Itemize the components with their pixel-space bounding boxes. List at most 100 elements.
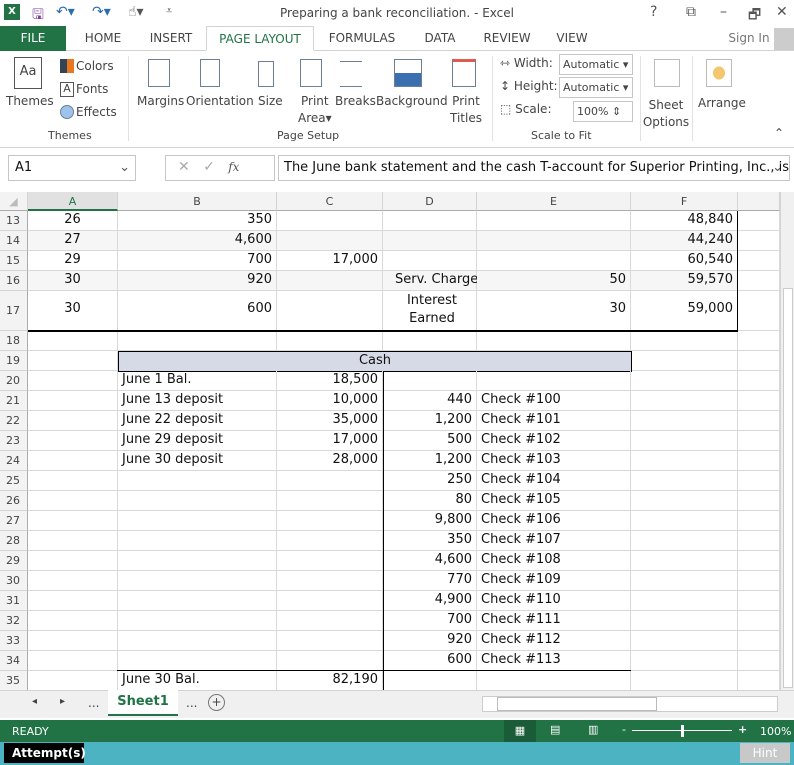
expand-formula-icon[interactable]: ⌄ [772,160,783,175]
cell-b24[interactable]: June 30 deposit [118,451,277,471]
cell-g30[interactable] [738,571,780,591]
scroll-left-icon[interactable]: ◂ [32,696,37,707]
row-header-28[interactable]: 28 [0,531,28,551]
size-button[interactable]: Size [258,93,283,110]
sign-in-link[interactable]: Sign In [726,26,772,51]
row-header-30[interactable]: 30 [0,571,28,591]
cell-e35[interactable] [477,671,631,690]
cell-b26[interactable] [118,491,277,511]
print-titles-button[interactable]: Print Titles [450,93,482,127]
cell-a28[interactable] [28,531,118,551]
cell-b27[interactable] [118,511,277,531]
row-header-34[interactable]: 34 [0,651,28,671]
cell-g15[interactable] [738,251,780,271]
cell-g33[interactable] [738,631,780,651]
cell-g16[interactable] [738,271,780,291]
cell-a15[interactable]: 29 [28,251,118,271]
cell-f13[interactable]: 48,840 [631,211,738,231]
cell-c33[interactable] [277,631,383,651]
tab-view[interactable]: VIEW [546,26,598,51]
zoom-level[interactable]: 100% [760,725,791,738]
cell-c30[interactable] [277,571,383,591]
cell-f16[interactable]: 59,570 [631,271,738,291]
cell-a33[interactable] [28,631,118,651]
row-header-27[interactable]: 27 [0,511,28,531]
cell-b33[interactable] [118,631,277,651]
cell-a20[interactable] [28,371,118,391]
enter-icon[interactable]: ✓ [203,159,215,175]
tab-review[interactable]: REVIEW [476,26,538,51]
cell-d14[interactable] [383,231,477,251]
column-header-e[interactable]: E [477,192,631,211]
cell-g23[interactable] [738,431,780,451]
cell-a13[interactable]: 26 [28,211,118,231]
cell-b30[interactable] [118,571,277,591]
row-header-32[interactable]: 32 [0,611,28,631]
cell-g28[interactable] [738,531,780,551]
sheet-tab-sheet1[interactable]: Sheet1 [108,690,178,716]
cell-c14[interactable] [277,231,383,251]
cell-a18[interactable] [28,331,118,351]
cell-c16[interactable] [277,271,383,291]
column-header-g[interactable] [738,192,780,211]
row-header-23[interactable]: 23 [0,431,28,451]
cell-a22[interactable] [28,411,118,431]
cell-e30[interactable]: Check #109 [477,571,631,591]
cell-f18[interactable] [631,331,738,351]
cell-d16[interactable]: Serv. Charge [383,271,478,291]
cell-f29[interactable] [631,551,738,571]
collapse-ribbon-icon[interactable]: ⌃ [774,125,784,142]
cell-f26[interactable] [631,491,738,511]
column-header-f[interactable]: F [631,192,738,211]
cell-b16[interactable]: 920 [118,271,277,291]
cell-a24[interactable] [28,451,118,471]
row-header-24[interactable]: 24 [0,451,28,471]
row-header-21[interactable]: 21 [0,391,28,411]
cell-a30[interactable] [28,571,118,591]
cell-a27[interactable] [28,511,118,531]
select-all-button[interactable]: ◢ [0,192,28,211]
cell-g17[interactable] [738,291,780,331]
cell-e15[interactable] [477,251,631,271]
cell-e33[interactable]: Check #112 [477,631,631,651]
cell-d29[interactable]: 4,600 [383,551,477,571]
cell-b20[interactable]: June 1 Bal. [118,371,277,391]
cell-f14[interactable]: 44,240 [631,231,738,251]
cell-f17[interactable]: 59,000 [631,291,738,331]
cell-d28[interactable]: 350 [383,531,477,551]
restore-icon[interactable]: 🗗 [748,4,761,28]
cell-f34[interactable] [631,651,738,671]
cell-a29[interactable] [28,551,118,571]
cell-c18[interactable] [277,331,383,351]
row-header-29[interactable]: 29 [0,551,28,571]
cell-g29[interactable] [738,551,780,571]
cell-a26[interactable] [28,491,118,511]
row-header-25[interactable]: 25 [0,471,28,491]
cell-d24[interactable]: 1,200 [383,451,477,471]
cell-f15[interactable]: 60,540 [631,251,738,271]
page-layout-view-icon[interactable]: ▤ [550,723,560,736]
row-header-33[interactable]: 33 [0,631,28,651]
cell-b18[interactable] [118,331,277,351]
insert-function-icon[interactable]: fx [228,160,239,174]
cell-c15[interactable]: 17,000 [277,251,383,271]
hint-button[interactable]: Hint [740,743,790,763]
cell-f23[interactable] [631,431,738,451]
cell-f28[interactable] [631,531,738,551]
cell-d30[interactable]: 770 [383,571,477,591]
cell-e23[interactable]: Check #102 [477,431,631,451]
cell-e20[interactable] [477,371,631,391]
cell-e32[interactable]: Check #111 [477,611,631,631]
more-sheets-right[interactable]: ... [186,696,197,710]
fonts-button[interactable]: Fonts [76,81,108,98]
cell-c13[interactable] [277,211,383,231]
zoom-in-icon[interactable]: + [738,723,747,736]
cell-e29[interactable]: Check #108 [477,551,631,571]
spreadsheet-grid[interactable]: ◢ A B C D E F 13 26 350 48,840 14 27 4,600 44,240 15 29 7… [0,192,780,690]
cell-c35[interactable]: 82,190 [277,671,383,690]
column-header-b[interactable]: B [118,192,277,211]
height-dropdown[interactable]: Automatic ▾ [559,77,633,98]
cell-f27[interactable] [631,511,738,531]
horizontal-scroll-thumb[interactable] [497,697,657,711]
column-header-c[interactable]: C [277,192,383,211]
